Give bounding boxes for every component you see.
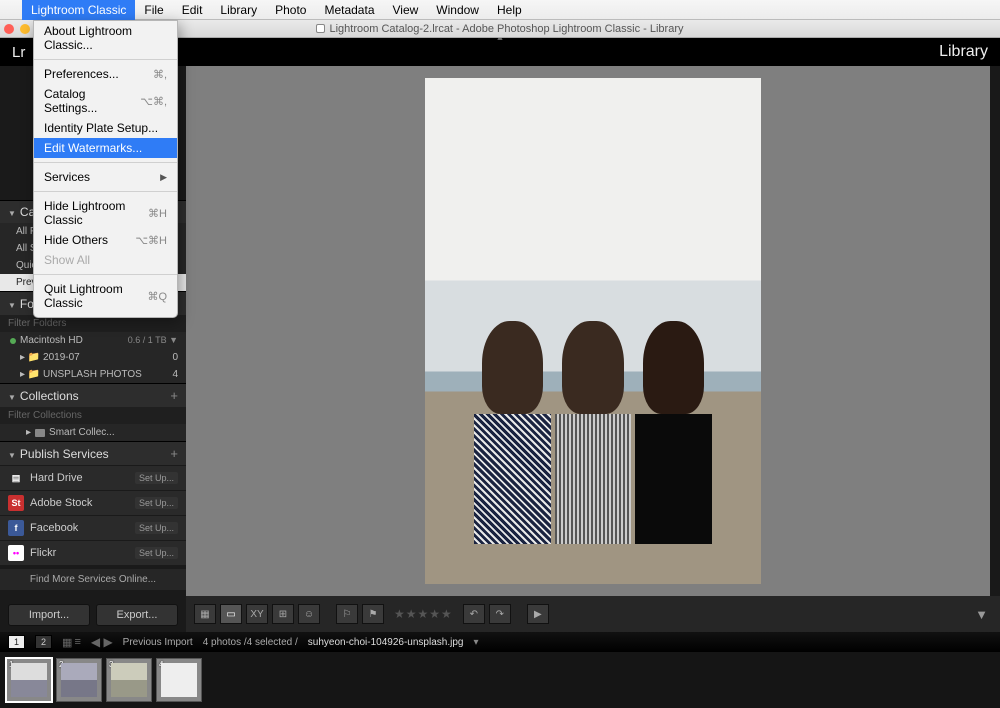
flag-rejected-icon[interactable]: ⚑ xyxy=(362,604,384,624)
folder-row[interactable]: ▸ 📁 UNSPLASH PHOTOS4 xyxy=(0,366,186,383)
disk-row[interactable]: Macintosh HD0.6 / 1 TB ▼ xyxy=(0,332,186,349)
filmstrip-thumb[interactable]: 3 xyxy=(106,658,152,702)
publish-hard-drive[interactable]: ▤Hard DriveSet Up... xyxy=(0,465,186,490)
loupe-view[interactable] xyxy=(186,66,1000,596)
status-collection[interactable]: Previous Import xyxy=(123,637,193,648)
toolbar-menu-icon[interactable]: ▼ xyxy=(975,607,988,622)
menu-hide-others[interactable]: Hide Others⌥⌘H xyxy=(34,230,177,250)
facebook-icon: f xyxy=(8,520,24,536)
menu-lightroom-classic[interactable]: Lightroom Classic xyxy=(22,0,135,20)
loupe-view-icon[interactable]: ▭ xyxy=(220,604,242,624)
menu-view[interactable]: View xyxy=(384,0,428,20)
menu-edit-watermarks[interactable]: Edit Watermarks... xyxy=(34,138,177,158)
collections-header[interactable]: ▼Collections+ xyxy=(0,384,186,407)
menu-window[interactable]: Window xyxy=(427,0,488,20)
prev-icon[interactable]: ◀ xyxy=(91,635,100,649)
status-filename: suhyeon-choi-104926-unsplash.jpg xyxy=(308,637,464,648)
add-publish-service-icon[interactable]: + xyxy=(170,446,178,461)
folder-row[interactable]: ▸ 📁 2019-070 xyxy=(0,349,186,366)
publish-adobe-stock[interactable]: StAdobe StockSet Up... xyxy=(0,490,186,515)
add-collection-icon[interactable]: + xyxy=(170,388,178,403)
export-button[interactable]: Export... xyxy=(96,604,178,626)
publish-header[interactable]: ▼Publish Services+ xyxy=(0,442,186,465)
lightroom-logo: Lr xyxy=(12,44,25,61)
survey-view-icon[interactable]: ⊞ xyxy=(272,604,294,624)
disclosure-triangle-icon: ▼ xyxy=(8,301,16,310)
menu-identity-plate[interactable]: Identity Plate Setup... xyxy=(34,118,177,138)
menu-services[interactable]: Services▶ xyxy=(34,167,177,187)
compare-view-icon[interactable]: XY xyxy=(246,604,268,624)
mac-menubar: Lightroom Classic File Edit Library Phot… xyxy=(0,0,1000,20)
menu-metadata[interactable]: Metadata xyxy=(315,0,383,20)
slideshow-icon[interactable]: ▶ xyxy=(527,604,549,624)
disclosure-triangle-icon: ▼ xyxy=(8,209,16,218)
publish-facebook[interactable]: fFacebookSet Up... xyxy=(0,515,186,540)
collection-row[interactable]: ▸Smart Collec... xyxy=(0,424,186,441)
filmstrip-status-bar: 1 2 ▦≡ ◀ ▶ Previous Import 4 photos /4 s… xyxy=(0,632,1000,652)
folder-icon xyxy=(35,429,45,437)
menu-help[interactable]: Help xyxy=(488,0,531,20)
grid-toggle-icon[interactable]: ▦ xyxy=(62,636,72,649)
disk-status-icon xyxy=(10,338,16,344)
minimize-window-icon[interactable] xyxy=(20,24,30,34)
document-icon xyxy=(316,24,325,33)
close-window-icon[interactable] xyxy=(4,24,14,34)
filmstrip-thumb[interactable]: 4 xyxy=(156,658,202,702)
menu-quit[interactable]: Quit Lightroom Classic⌘Q xyxy=(34,279,177,313)
status-summary: 4 photos /4 selected / xyxy=(203,637,298,648)
adobe-stock-icon: St xyxy=(8,495,24,511)
module-label[interactable]: Library xyxy=(939,43,988,61)
grid-view-icon[interactable]: ▦ xyxy=(194,604,216,624)
publish-flickr[interactable]: ••FlickrSet Up... xyxy=(0,540,186,565)
flickr-icon: •• xyxy=(8,545,24,561)
sort-icon[interactable]: ≡ xyxy=(74,636,80,649)
import-export-bar: Import... Export... xyxy=(0,598,186,632)
disclosure-triangle-icon: ▼ xyxy=(8,393,16,402)
flag-picked-icon[interactable]: ⚐ xyxy=(336,604,358,624)
rotate-right-icon[interactable]: ↷ xyxy=(489,604,511,624)
setup-button[interactable]: Set Up... xyxy=(135,522,178,534)
filmstrip-thumb[interactable]: 2 xyxy=(56,658,102,702)
setup-button[interactable]: Set Up... xyxy=(135,547,178,559)
menu-preferences[interactable]: Preferences...⌘, xyxy=(34,64,177,84)
people-view-icon[interactable]: ☺ xyxy=(298,604,320,624)
menu-photo[interactable]: Photo xyxy=(266,0,315,20)
menu-library[interactable]: Library xyxy=(211,0,266,20)
view-toolbar: ▦ ▭ XY ⊞ ☺ ⚐ ⚑ ★★★★★ ↶ ↷ ▶ ▼ xyxy=(186,596,1000,632)
setup-button[interactable]: Set Up... xyxy=(135,472,178,484)
menu-file[interactable]: File xyxy=(135,0,172,20)
import-button[interactable]: Import... xyxy=(8,604,90,626)
menu-about[interactable]: About Lightroom Classic... xyxy=(34,21,177,55)
app-menu-dropdown: About Lightroom Classic... Preferences..… xyxy=(33,20,178,318)
menu-catalog-settings[interactable]: Catalog Settings...⌥⌘, xyxy=(34,84,177,118)
rating-stars[interactable]: ★★★★★ xyxy=(394,607,453,621)
preview-photo xyxy=(425,78,761,584)
disclosure-triangle-icon: ▼ xyxy=(8,451,16,460)
setup-button[interactable]: Set Up... xyxy=(135,497,178,509)
screen-1-button[interactable]: 1 xyxy=(8,635,25,649)
filmstrip: 1 2 3 4 xyxy=(0,652,1000,708)
screen-2-button[interactable]: 2 xyxy=(35,635,52,649)
menu-show-all: Show All xyxy=(34,250,177,270)
rotate-left-icon[interactable]: ↶ xyxy=(463,604,485,624)
right-panel-collapse[interactable] xyxy=(990,66,1000,596)
menu-hide-lr[interactable]: Hide Lightroom Classic⌘H xyxy=(34,196,177,230)
filmstrip-thumb[interactable]: 1 xyxy=(6,658,52,702)
collections-filter[interactable]: Filter Collections xyxy=(0,407,186,424)
hard-drive-icon: ▤ xyxy=(8,470,24,486)
chevron-right-icon: ▶ xyxy=(160,172,167,183)
next-icon[interactable]: ▶ xyxy=(103,635,112,649)
find-more-services[interactable]: Find More Services Online... xyxy=(0,569,186,590)
menu-edit[interactable]: Edit xyxy=(173,0,212,20)
